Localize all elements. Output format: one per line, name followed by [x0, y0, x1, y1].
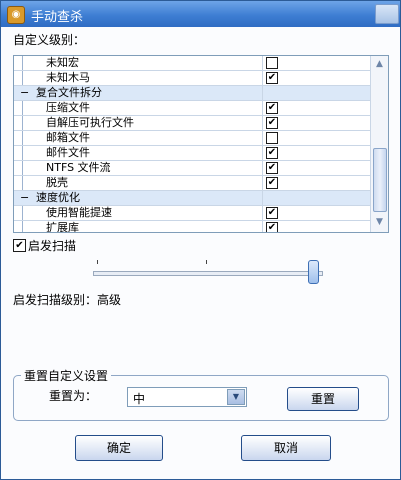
scroll-up-icon[interactable]: ▲ [373, 58, 386, 71]
app-logo-icon: ◉ [7, 6, 25, 24]
heuristic-scan-checkbox[interactable]: ✔ [13, 239, 26, 252]
tree-connector [22, 146, 23, 160]
option-checkbox[interactable]: ✔ [266, 162, 278, 174]
scrollbar-thumb[interactable] [373, 148, 387, 212]
tree-option-row[interactable]: 邮箱文件 [14, 131, 370, 146]
heuristic-level-slider[interactable] [93, 271, 323, 276]
column-divider [262, 191, 263, 205]
tree-connector [22, 176, 23, 190]
tree-option-row[interactable]: 邮件文件 ✔ [14, 146, 370, 161]
column-divider [262, 86, 263, 100]
tree-row-label: 扩展库 [46, 221, 79, 233]
option-checkbox[interactable]: ✔ [266, 147, 278, 159]
option-checkbox[interactable] [266, 132, 278, 144]
reset-group-title: 重置自定义设置 [21, 367, 112, 384]
tree-option-row[interactable]: 脱壳 ✔ [14, 176, 370, 191]
tree-row-label: 未知木马 [46, 71, 90, 84]
option-checkbox[interactable]: ✔ [266, 222, 278, 232]
option-checkbox[interactable]: ✔ [266, 177, 278, 189]
scroll-down-icon[interactable]: ▼ [373, 216, 386, 229]
tree-row-label: 未知宏 [46, 56, 79, 69]
tree-row-label: 压缩文件 [46, 101, 90, 114]
tree-option-row[interactable]: 使用智能提速 ✔ [14, 206, 370, 221]
scan-settings-window: ◉ 手动查杀 自定义级别： 未知宏 未知木马 ✔ − 复合文件拆分 压缩文件 ✔ 自解压可执行… [0, 0, 401, 480]
cancel-button[interactable]: 取消 [241, 435, 331, 461]
close-button[interactable] [375, 4, 399, 24]
tree-connector [22, 56, 23, 70]
option-checkbox[interactable]: ✔ [266, 207, 278, 219]
column-divider [262, 71, 263, 85]
tree-option-row[interactable]: 扩展库 ✔ [14, 221, 370, 233]
collapse-icon[interactable]: − [20, 191, 29, 205]
tree-scrollbar[interactable]: ▲ ▼ [370, 56, 388, 232]
tree-rows: 未知宏 未知木马 ✔ − 复合文件拆分 压缩文件 ✔ 自解压可执行文件 ✔ 邮箱文件 邮件文件 ✔ NT… [14, 56, 370, 233]
tree-option-row[interactable]: 自解压可执行文件 ✔ [14, 116, 370, 131]
slider-tick [97, 260, 98, 264]
heuristic-scan-label: 启发扫描 [28, 239, 77, 253]
tree-row-label: 复合文件拆分 [36, 86, 102, 99]
tree-connector [22, 101, 23, 115]
tree-option-row[interactable]: 未知宏 [14, 56, 370, 71]
tree-option-row[interactable]: NTFS 文件流 ✔ [14, 161, 370, 176]
option-checkbox[interactable]: ✔ [266, 102, 278, 114]
slider-tick [206, 260, 207, 264]
column-divider [262, 101, 263, 115]
title-bar[interactable]: ◉ 手动查杀 [1, 1, 400, 27]
tree-connector [22, 221, 23, 232]
tree-row-label: NTFS 文件流 [46, 161, 111, 174]
tree-connector [22, 161, 23, 175]
column-divider [262, 56, 263, 70]
reset-to-label: 重置为： [49, 389, 98, 403]
tree-connector [22, 206, 23, 220]
reset-level-value: 中 [133, 392, 146, 406]
tree-connector [22, 71, 23, 85]
option-checkbox[interactable] [266, 57, 278, 69]
window-title: 手动查杀 [31, 10, 84, 25]
option-checkbox[interactable]: ✔ [266, 117, 278, 129]
slider-handle[interactable] [308, 260, 319, 284]
tree-row-label: 自解压可执行文件 [46, 116, 134, 129]
heuristic-level-text: 启发扫描级别：高级 [13, 293, 122, 307]
tree-group-row[interactable]: − 复合文件拆分 [14, 86, 370, 101]
column-divider [262, 176, 263, 190]
settings-tree: 未知宏 未知木马 ✔ − 复合文件拆分 压缩文件 ✔ 自解压可执行文件 ✔ 邮箱文件 邮件文件 ✔ NT… [13, 55, 389, 233]
column-divider [262, 221, 263, 232]
reset-level-select[interactable]: 中 ▼ [127, 387, 247, 407]
tree-row-label: 脱壳 [46, 176, 68, 189]
ok-button[interactable]: 确定 [75, 435, 163, 461]
collapse-icon[interactable]: − [20, 86, 29, 100]
reset-button[interactable]: 重置 [287, 387, 359, 411]
tree-option-row[interactable]: 未知木马 ✔ [14, 71, 370, 86]
column-divider [262, 116, 263, 130]
tree-row-label: 速度优化 [36, 191, 80, 204]
tree-group-row[interactable]: − 速度优化 [14, 191, 370, 206]
tree-row-label: 邮件文件 [46, 146, 90, 159]
column-divider [262, 131, 263, 145]
column-divider [262, 161, 263, 175]
column-divider [262, 146, 263, 160]
tree-connector [22, 116, 23, 130]
tree-option-row[interactable]: 压缩文件 ✔ [14, 101, 370, 116]
column-divider [262, 206, 263, 220]
custom-level-label: 自定义级别： [13, 33, 86, 47]
tree-connector [22, 131, 23, 145]
option-checkbox[interactable]: ✔ [266, 72, 278, 84]
chevron-down-icon[interactable]: ▼ [227, 389, 245, 405]
tree-row-label: 邮箱文件 [46, 131, 90, 144]
tree-row-label: 使用智能提速 [46, 206, 112, 219]
